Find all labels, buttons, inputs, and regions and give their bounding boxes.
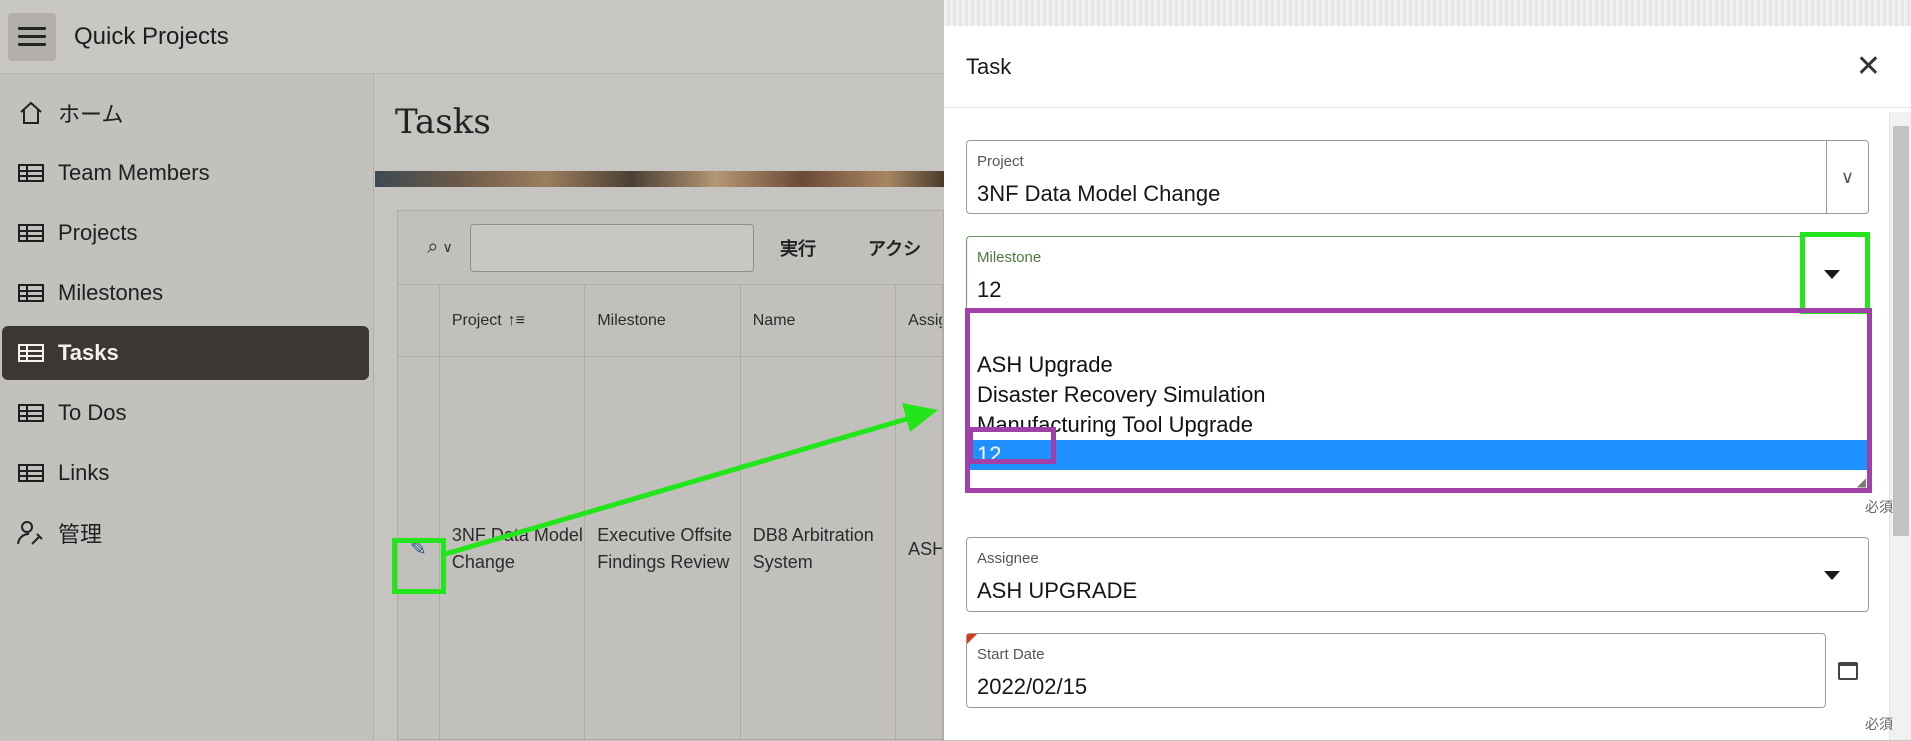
annotation-arrow bbox=[441, 403, 938, 558]
